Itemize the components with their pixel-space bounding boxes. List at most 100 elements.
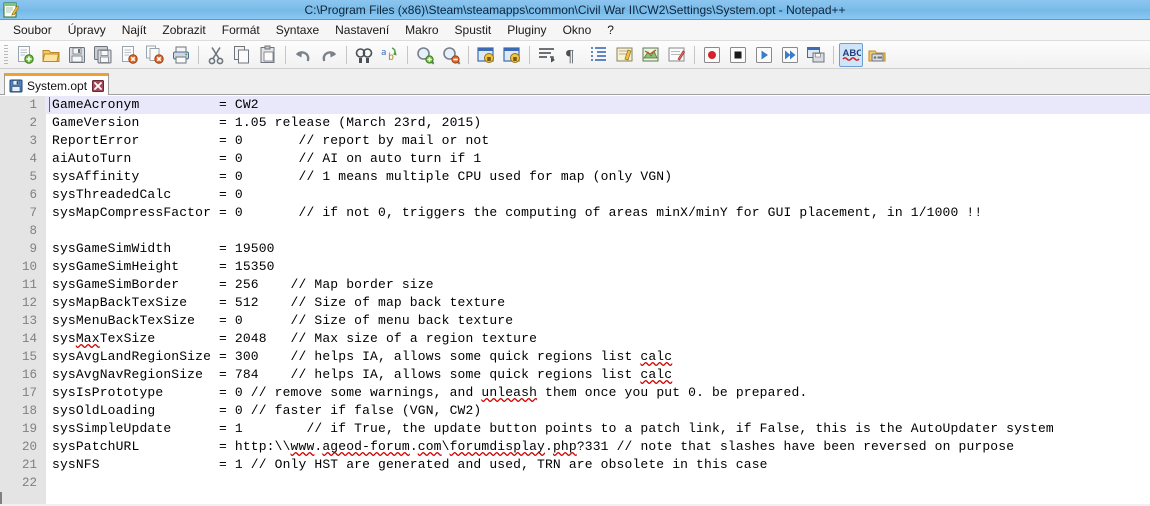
paste-icon[interactable]: [256, 43, 280, 67]
word-wrap-icon[interactable]: [535, 43, 559, 67]
line-text[interactable]: sysGameSimWidth = 19500: [45, 240, 1150, 258]
zoom-out-icon[interactable]: [439, 43, 463, 67]
menu-upravy[interactable]: Úpravy: [61, 21, 113, 39]
line-text[interactable]: sysAffinity = 0 // 1 means multiple CPU …: [45, 168, 1150, 186]
menu-help[interactable]: ?: [600, 21, 621, 39]
line-number: 11: [0, 276, 45, 294]
close-file-icon[interactable]: [117, 43, 141, 67]
line-text[interactable]: sysMaxTexSize = 2048 // Max size of a re…: [45, 330, 1150, 348]
run-icon[interactable]: [865, 43, 889, 67]
play-macro-icon[interactable]: [752, 43, 776, 67]
close-tab-icon[interactable]: [92, 79, 105, 92]
code-line[interactable]: 10 sysGameSimHeight = 15350: [0, 258, 1150, 276]
code-line[interactable]: 5 sysAffinity = 0 // 1 means multiple CPU…: [0, 168, 1150, 186]
record-macro-icon[interactable]: [700, 43, 724, 67]
code-line[interactable]: 1 GameAcronym = CW2: [0, 96, 1150, 114]
code-text-area[interactable]: 1 GameAcronym = CW2 2 GameVersion = 1.05 re…: [0, 96, 1150, 504]
toolbar-separator: [285, 45, 286, 64]
menu-najit[interactable]: Najít: [115, 21, 154, 39]
open-file-icon[interactable]: [39, 43, 63, 67]
line-text[interactable]: [45, 474, 1150, 492]
save-icon[interactable]: [65, 43, 89, 67]
menu-okno[interactable]: Okno: [556, 21, 599, 39]
line-text[interactable]: GameVersion = 1.05 release (March 23rd, …: [45, 114, 1150, 132]
misspelled-word: php: [552, 439, 577, 454]
code-line[interactable]: 9 sysGameSimWidth = 19500: [0, 240, 1150, 258]
menu-zobrazit[interactable]: Zobrazit: [155, 21, 212, 39]
tab-system-opt[interactable]: System.opt: [4, 73, 110, 95]
code-line[interactable]: 17 sysIsPrototype = 0 // remove some warn…: [0, 384, 1150, 402]
cut-icon[interactable]: [204, 43, 228, 67]
menu-makro[interactable]: Makro: [398, 21, 445, 39]
code-line[interactable]: 6 sysThreadedCalc = 0: [0, 186, 1150, 204]
code-line[interactable]: 19 sysSimpleUpdate = 1 // if True, the up…: [0, 420, 1150, 438]
line-text[interactable]: sysThreadedCalc = 0: [45, 186, 1150, 204]
line-text[interactable]: sysOldLoading = 0 // faster if false (VG…: [45, 402, 1150, 420]
code-line[interactable]: 13 sysMenuBackTexSize = 0 // Size of menu…: [0, 312, 1150, 330]
line-text[interactable]: sysMapCompressFactor = 0 // if not 0, tr…: [45, 204, 1150, 222]
redo-icon[interactable]: [317, 43, 341, 67]
code-line[interactable]: 18 sysOldLoading = 0 // faster if false (…: [0, 402, 1150, 420]
show-all-characters-icon[interactable]: ¶: [561, 43, 585, 67]
print-icon[interactable]: [169, 43, 193, 67]
menu-syntaxe[interactable]: Syntaxe: [269, 21, 326, 39]
code-line[interactable]: 12 sysMapBackTexSize = 512 // Size of map…: [0, 294, 1150, 312]
line-text[interactable]: [45, 222, 1150, 240]
code-line[interactable]: 15 sysAvgLandRegionSize = 300 // helps IA…: [0, 348, 1150, 366]
code-line[interactable]: 20 sysPatchURL = http:\\www.ageod-forum.c…: [0, 438, 1150, 456]
code-line[interactable]: 11 sysGameSimBorder = 256 // Map border s…: [0, 276, 1150, 294]
replace-icon[interactable]: ab: [378, 43, 402, 67]
show-document-map-icon[interactable]: [639, 43, 663, 67]
line-text[interactable]: sysPatchURL = http:\\www.ageod-forum.com…: [45, 438, 1150, 456]
save-all-icon[interactable]: [91, 43, 115, 67]
close-all-files-icon[interactable]: [143, 43, 167, 67]
misspelled-word: com: [417, 439, 442, 454]
find-icon[interactable]: [352, 43, 376, 67]
line-text[interactable]: sysSimpleUpdate = 1 // if True, the upda…: [45, 420, 1150, 438]
run-macro-multiple-times-icon[interactable]: [778, 43, 802, 67]
code-line[interactable]: 21 sysNFS = 1 // Only HST are generated a…: [0, 456, 1150, 474]
line-text[interactable]: sysMenuBackTexSize = 0 // Size of menu b…: [45, 312, 1150, 330]
menu-soubor[interactable]: Soubor: [6, 21, 59, 39]
line-text[interactable]: sysAvgLandRegionSize = 300 // helps IA, …: [45, 348, 1150, 366]
new-file-icon[interactable]: [13, 43, 37, 67]
menu-pluginy[interactable]: Pluginy: [500, 21, 553, 39]
code-line[interactable]: 8: [0, 222, 1150, 240]
line-text[interactable]: sysIsPrototype = 0 // remove some warnin…: [45, 384, 1150, 402]
line-number: 15: [0, 348, 45, 366]
toolbar-grip[interactable]: [4, 44, 8, 65]
line-text[interactable]: sysGameSimHeight = 15350: [45, 258, 1150, 276]
stop-recording-macro-icon[interactable]: [726, 43, 750, 67]
code-line[interactable]: 14 sysMaxTexSize = 2048 // Max size of a …: [0, 330, 1150, 348]
code-line[interactable]: 2 GameVersion = 1.05 release (March 23rd,…: [0, 114, 1150, 132]
sync-horizontal-scroll-icon[interactable]: [500, 43, 524, 67]
user-defined-language-icon[interactable]: [613, 43, 637, 67]
copy-icon[interactable]: [230, 43, 254, 67]
line-text[interactable]: ReportError = 0 // report by mail or not: [45, 132, 1150, 150]
zoom-in-icon[interactable]: [413, 43, 437, 67]
menu-spustit[interactable]: Spustit: [448, 21, 499, 39]
code-line[interactable]: 4 aiAutoTurn = 0 // AI on auto turn if 1: [0, 150, 1150, 168]
line-text[interactable]: sysAvgNavRegionSize = 784 // helps IA, a…: [45, 366, 1150, 384]
menu-format[interactable]: Formát: [215, 21, 267, 39]
line-text[interactable]: GameAcronym = CW2: [45, 96, 1150, 114]
sync-vertical-scroll-icon[interactable]: [474, 43, 498, 67]
editor-area[interactable]: 1 GameAcronym = CW2 2 GameVersion = 1.05 re…: [0, 95, 1150, 504]
spell-check-icon[interactable]: ABC: [839, 42, 863, 67]
function-list-icon[interactable]: [665, 43, 689, 67]
indent-guide-icon[interactable]: [587, 43, 611, 67]
line-text[interactable]: sysGameSimBorder = 256 // Map border siz…: [45, 276, 1150, 294]
save-macro-icon[interactable]: [804, 43, 828, 67]
line-text[interactable]: aiAutoTurn = 0 // AI on auto turn if 1: [45, 150, 1150, 168]
menu-nastaveni[interactable]: Nastavení: [328, 21, 396, 39]
code-line[interactable]: 7 sysMapCompressFactor = 0 // if not 0, t…: [0, 204, 1150, 222]
code-line[interactable]: 3 ReportError = 0 // report by mail or no…: [0, 132, 1150, 150]
line-text[interactable]: sysNFS = 1 // Only HST are generated and…: [45, 456, 1150, 474]
svg-text:¶: ¶: [566, 46, 574, 65]
window-title: C:\Program Files (x86)\Steam\steamapps\c…: [304, 2, 846, 17]
line-number: 20: [0, 438, 45, 456]
undo-icon[interactable]: [291, 43, 315, 67]
code-line[interactable]: 22: [0, 474, 1150, 492]
code-line[interactable]: 16 sysAvgNavRegionSize = 784 // helps IA,…: [0, 366, 1150, 384]
line-text[interactable]: sysMapBackTexSize = 512 // Size of map b…: [45, 294, 1150, 312]
